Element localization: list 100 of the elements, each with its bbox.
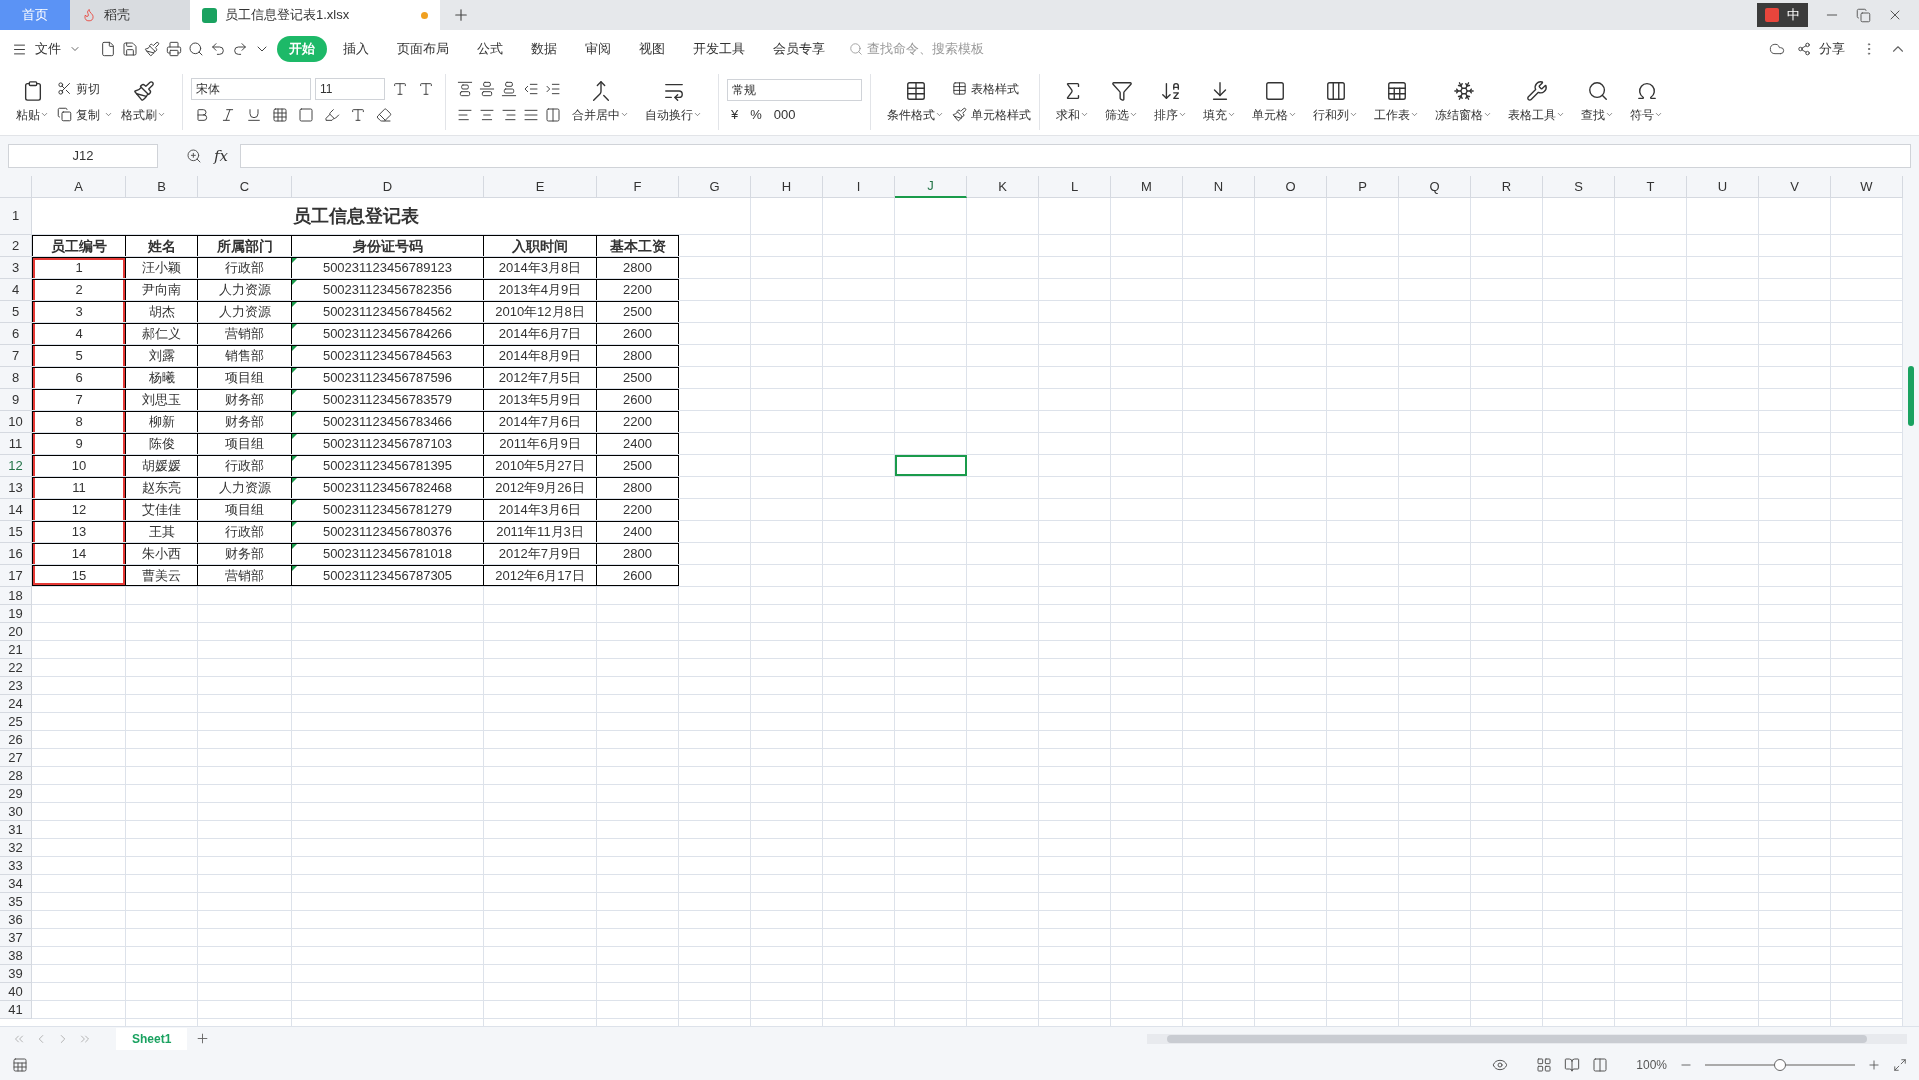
row-header[interactable]: 2 bbox=[0, 235, 32, 257]
row-header[interactable]: 30 bbox=[0, 803, 32, 821]
row-header[interactable]: 12 bbox=[0, 455, 32, 477]
row-header[interactable]: 41 bbox=[0, 1001, 32, 1019]
document-tab[interactable]: 稻壳 bbox=[70, 0, 190, 30]
zoom-level[interactable]: 100% bbox=[1636, 1056, 1667, 1074]
row-header[interactable]: 39 bbox=[0, 965, 32, 983]
column-header[interactable]: H bbox=[751, 176, 823, 198]
fill-pattern-icon[interactable] bbox=[298, 106, 314, 123]
ribbon-tab[interactable]: 公式 bbox=[465, 36, 515, 62]
font-color-icon[interactable] bbox=[350, 106, 366, 123]
font-name-field[interactable]: 宋体 bbox=[191, 77, 311, 100]
column-header[interactable]: P bbox=[1327, 176, 1399, 198]
eye-icon[interactable] bbox=[1492, 1057, 1509, 1073]
column-header[interactable]: F bbox=[597, 176, 679, 198]
ribbon-tab[interactable]: 插入 bbox=[331, 36, 381, 62]
ribbon-tab[interactable]: 审阅 bbox=[573, 36, 623, 62]
ribbon-tool-button[interactable]: 工作表 bbox=[1366, 69, 1427, 134]
column-header[interactable]: K bbox=[967, 176, 1039, 198]
ribbon-tab[interactable]: 视图 bbox=[627, 36, 677, 62]
column-header[interactable]: J bbox=[895, 176, 967, 198]
row-header[interactable]: 9 bbox=[0, 389, 32, 411]
brush-icon[interactable] bbox=[144, 41, 160, 57]
italic-icon[interactable] bbox=[220, 106, 236, 123]
shrink-font-icon[interactable] bbox=[418, 80, 434, 97]
row-header[interactable]: 8 bbox=[0, 367, 32, 389]
underline-icon[interactable] bbox=[246, 106, 262, 123]
copy-button[interactable]: 复制 bbox=[76, 105, 100, 124]
column-header[interactable]: S bbox=[1543, 176, 1615, 198]
number-format-button[interactable]: 000 bbox=[773, 104, 796, 125]
row-header[interactable]: 5 bbox=[0, 301, 32, 323]
page-break-icon[interactable] bbox=[1592, 1057, 1609, 1073]
command-search[interactable]: 查找命令、搜索模板 bbox=[867, 39, 1017, 59]
row-header[interactable]: 21 bbox=[0, 641, 32, 659]
column-header[interactable]: U bbox=[1687, 176, 1759, 198]
cell-style-button[interactable]: 单元格样式 bbox=[971, 105, 1031, 124]
ribbon-tab[interactable]: 页面布局 bbox=[385, 36, 461, 62]
number-format-button[interactable]: % bbox=[750, 104, 762, 125]
ribbon-tab[interactable]: 开发工具 bbox=[681, 36, 757, 62]
column-header[interactable]: A bbox=[32, 176, 126, 198]
column-header[interactable]: N bbox=[1183, 176, 1255, 198]
column-header[interactable]: I bbox=[823, 176, 895, 198]
fullscreen-icon[interactable] bbox=[1893, 1058, 1907, 1072]
align-top-icon[interactable] bbox=[457, 80, 473, 97]
undo-icon[interactable] bbox=[210, 41, 226, 57]
save-icon[interactable] bbox=[122, 41, 138, 57]
row-header[interactable]: 7 bbox=[0, 345, 32, 367]
row-header[interactable]: 18 bbox=[0, 587, 32, 605]
formula-input[interactable] bbox=[240, 144, 1911, 168]
ribbon-tool-button[interactable]: 行和列 bbox=[1305, 69, 1366, 134]
redo-icon[interactable] bbox=[232, 41, 248, 57]
column-header[interactable]: B bbox=[126, 176, 198, 198]
merge-button[interactable]: 合并居中 bbox=[564, 69, 637, 134]
ribbon-tool-button[interactable]: 筛选 bbox=[1097, 69, 1146, 134]
add-sheet-icon[interactable] bbox=[195, 1031, 211, 1046]
align-bottom-icon[interactable] bbox=[501, 80, 517, 97]
row-header[interactable]: 10 bbox=[0, 411, 32, 433]
row-header[interactable]: 24 bbox=[0, 695, 32, 713]
column-header[interactable]: L bbox=[1039, 176, 1111, 198]
number-format-field[interactable]: 常规 bbox=[727, 78, 862, 101]
column-header[interactable]: D bbox=[292, 176, 484, 198]
row-header[interactable]: 28 bbox=[0, 767, 32, 785]
format-painter-button[interactable]: 格式刷 bbox=[113, 69, 174, 134]
normal-view-icon[interactable] bbox=[1536, 1057, 1553, 1073]
print-icon[interactable] bbox=[166, 41, 182, 57]
row-header[interactable]: 15 bbox=[0, 521, 32, 543]
row-header[interactable]: 4 bbox=[0, 279, 32, 301]
column-header[interactable]: M bbox=[1111, 176, 1183, 198]
ribbon-tool-button[interactable]: 单元格 bbox=[1244, 69, 1305, 134]
row-header[interactable]: 37 bbox=[0, 929, 32, 947]
row-header[interactable]: 31 bbox=[0, 821, 32, 839]
file-menu[interactable]: 文件 bbox=[31, 39, 65, 59]
document-tab[interactable]: 员工信息登记表1.xlsx bbox=[190, 0, 440, 30]
new-icon[interactable] bbox=[100, 41, 116, 57]
row-header[interactable]: 20 bbox=[0, 623, 32, 641]
row-header[interactable]: 32 bbox=[0, 839, 32, 857]
column-header[interactable]: R bbox=[1471, 176, 1543, 198]
preview-icon[interactable] bbox=[188, 41, 204, 57]
font-size-field[interactable]: 11 bbox=[315, 77, 385, 100]
ribbon-tab[interactable]: 会员专享 bbox=[761, 36, 837, 62]
row-header[interactable]: 3 bbox=[0, 257, 32, 279]
ribbon-tool-button[interactable]: 表格工具 bbox=[1500, 69, 1573, 134]
ime-toolbar[interactable]: 中 bbox=[1757, 3, 1808, 27]
distribute-icon[interactable] bbox=[545, 106, 561, 123]
number-format-button[interactable]: ¥ bbox=[731, 104, 739, 125]
zoom-thumb[interactable] bbox=[1774, 1059, 1786, 1071]
cloud-icon[interactable] bbox=[1769, 41, 1785, 57]
ribbon-tool-button[interactable]: 查找 bbox=[1573, 69, 1622, 134]
row-header[interactable]: 27 bbox=[0, 749, 32, 767]
row-header[interactable]: 1 bbox=[0, 198, 32, 235]
ribbon-tool-button[interactable]: 符号 bbox=[1622, 69, 1671, 134]
row-header[interactable]: 25 bbox=[0, 713, 32, 731]
function-label[interactable]: fx bbox=[214, 144, 228, 168]
row-header[interactable]: 36 bbox=[0, 911, 32, 929]
ribbon-tool-button[interactable]: 冻结窗格 bbox=[1427, 69, 1500, 134]
grow-font-icon[interactable] bbox=[392, 80, 408, 97]
column-header[interactable]: G bbox=[679, 176, 751, 198]
row-header[interactable]: 23 bbox=[0, 677, 32, 695]
row-header[interactable]: 17 bbox=[0, 565, 32, 587]
wrap-text-button[interactable]: 自动换行 bbox=[637, 69, 710, 134]
